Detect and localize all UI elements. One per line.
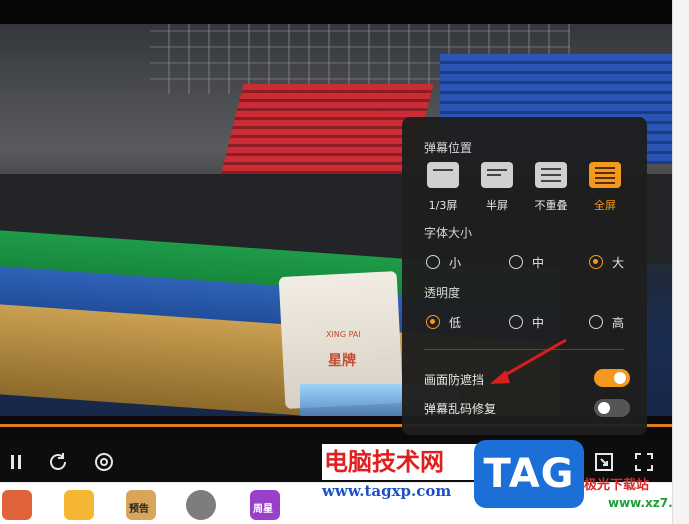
watermark-site-name: 电脑技术网 [322,444,478,480]
opacity-medium-label: 中 [532,316,545,330]
danmaku-settings-panel: 弹幕位置 1/3屏 半屏 不重叠 全屏 字体大小 小 中 大 透明度 低 中 高 [402,117,647,435]
refresh-icon[interactable] [46,450,70,474]
anti-occlusion-label: 画面防遮挡 [424,373,485,387]
position-option-no-overlap[interactable] [535,162,567,188]
position-option-full[interactable] [589,162,621,188]
gift-cart-icon[interactable] [64,490,94,520]
opacity-low-label: 低 [449,316,462,330]
position-label-half: 半屏 [486,199,508,212]
position-label-no-overlap: 不重叠 [534,199,568,212]
fullscreen-icon[interactable] [632,450,656,474]
gift-star-label: 周星 [253,504,273,515]
gift-preview-label: 预告 [129,504,149,515]
gift-chest-icon[interactable] [2,490,32,520]
opacity-high-radio[interactable] [589,315,603,329]
position-title: 弹幕位置 [424,141,473,155]
cover-brand-sub: XING PAI [326,330,361,339]
font-size-medium-label: 中 [532,256,545,270]
opacity-medium-radio[interactable] [509,315,523,329]
pause-icon[interactable] [4,450,28,474]
font-size-small-radio[interactable] [426,255,440,269]
screen: XING PAI 星牌 弹幕位置 1/3屏 半屏 不重叠 全屏 字体大小 小 中… [0,0,689,524]
font-size-title: 字体大小 [424,226,473,240]
gift-apps-icon[interactable] [186,490,216,520]
opacity-title: 透明度 [424,286,461,300]
font-size-medium-radio[interactable] [509,255,523,269]
page-scroll-edge[interactable] [672,0,689,524]
screenshot-icon[interactable] [592,450,616,474]
font-size-large-label: 大 [612,256,625,270]
position-label-full: 全屏 [594,199,616,212]
font-size-large-radio[interactable] [589,255,603,269]
panel-divider [424,349,624,350]
font-size-small-label: 小 [449,256,462,270]
watermark-url: www.tagxp.com [322,482,452,500]
position-option-half[interactable] [481,162,513,188]
position-label-third: 1/3屏 [428,199,458,212]
watermark-logo: TAG [474,440,584,508]
opacity-high-label: 高 [612,316,625,330]
anti-occlusion-toggle[interactable] [594,369,630,387]
garble-fix-label: 弹幕乱码修复 [424,402,497,416]
video-top-bar [0,0,672,24]
garble-fix-toggle[interactable] [594,399,630,417]
opacity-low-radio[interactable] [426,315,440,329]
watermark-corner: 极光下载站 [584,478,650,493]
settings-circle-icon[interactable] [92,450,116,474]
position-option-third[interactable] [427,162,459,188]
cover-brand: 星牌 [328,353,356,369]
